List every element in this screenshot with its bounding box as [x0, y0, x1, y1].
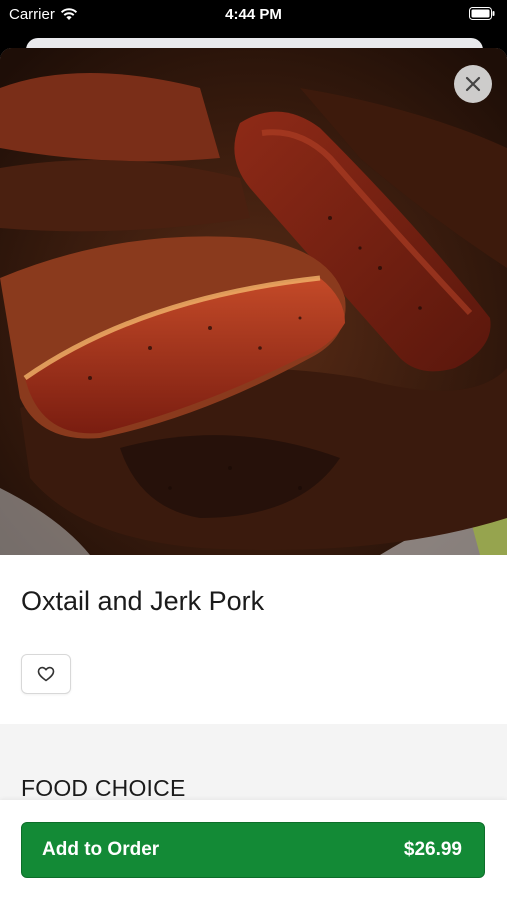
- battery-icon: [469, 7, 495, 20]
- add-to-order-button[interactable]: Add to Order $26.99: [21, 822, 485, 878]
- favorite-button[interactable]: [21, 654, 71, 694]
- section-title-food-choice: FOOD CHOICE: [21, 775, 186, 801]
- food-photo-illustration: [0, 48, 507, 555]
- status-time: 4:44 PM: [225, 6, 282, 23]
- order-footer: Add to Order $26.99: [0, 800, 507, 900]
- close-icon: [465, 76, 481, 92]
- add-to-order-label: Add to Order: [42, 839, 160, 860]
- item-photo: [0, 48, 507, 555]
- order-price: $26.99: [403, 839, 462, 860]
- item-title: Oxtail and Jerk Pork: [21, 586, 265, 616]
- close-button[interactable]: [454, 65, 492, 103]
- status-bar: Carrier 4:44 PM: [0, 0, 507, 30]
- heart-icon: [37, 666, 55, 682]
- item-detail-modal: Oxtail and Jerk Pork FOOD CHOICE Add to …: [0, 48, 507, 900]
